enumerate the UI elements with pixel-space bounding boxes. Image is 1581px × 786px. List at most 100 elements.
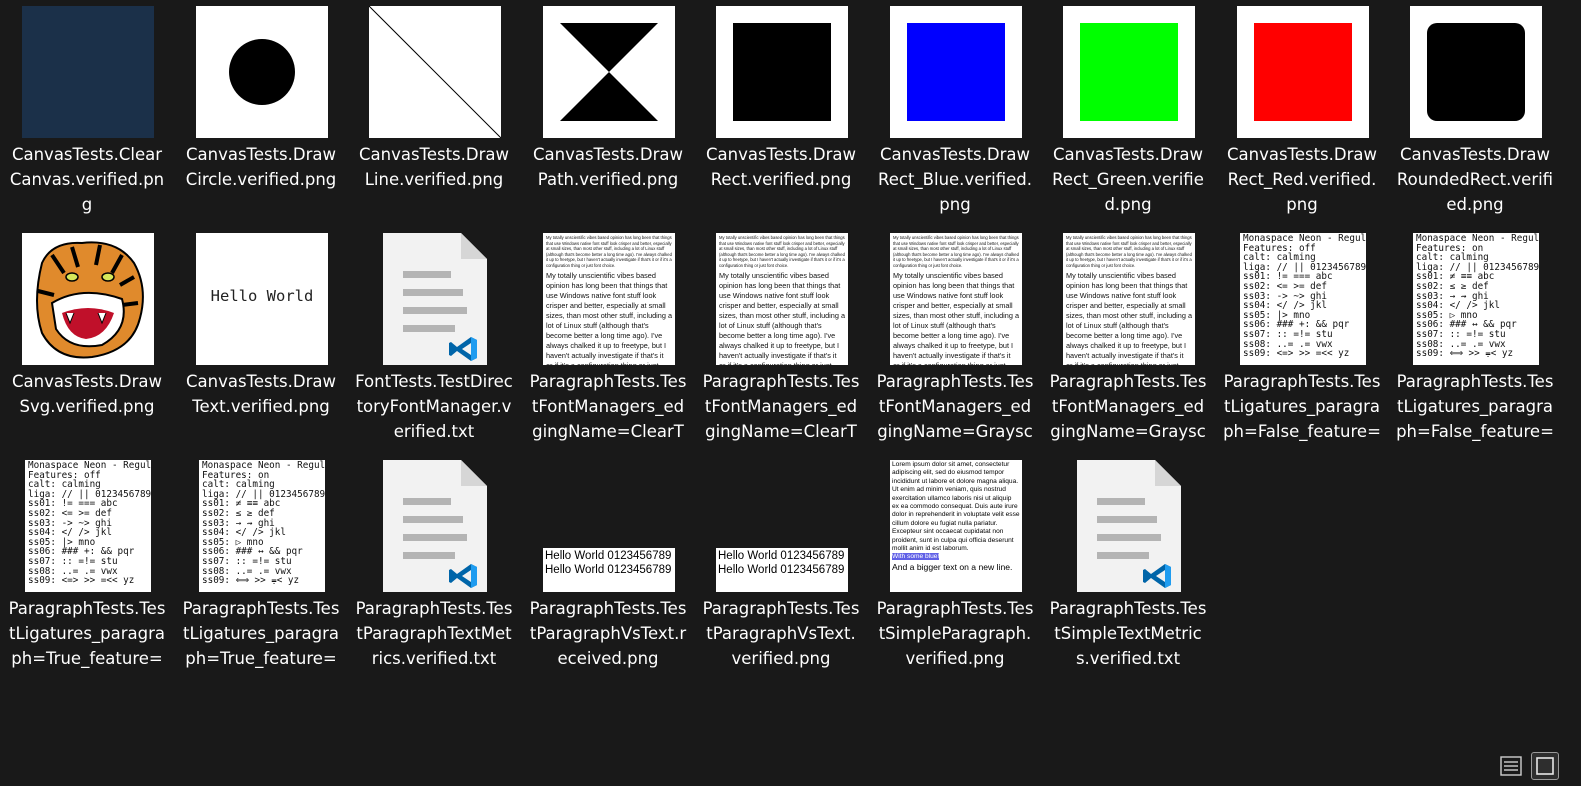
file-thumbnail xyxy=(1410,6,1542,138)
file-item[interactable]: CanvasTests.DrawSvg.verified.png xyxy=(0,227,174,467)
file-name-label: ParagraphTests.TestSimpleTextMetrics.ver… xyxy=(1049,599,1207,668)
thumbnail-text: My totally unscientific vibes based opin… xyxy=(1066,235,1192,268)
file-item[interactable]: ParagraphTests.TestParagraphTextMetrics.… xyxy=(347,454,521,694)
file-item[interactable]: Monaspace Neon - Regular Features: off c… xyxy=(1215,227,1389,467)
file-thumbnail: Lorem ipsum dolor sit amet, consectetur … xyxy=(890,460,1022,592)
thumbnail-text: Monaspace Neon - Regular Features: off c… xyxy=(25,460,151,592)
file-item[interactable]: CanvasTests.DrawRect.verified.png xyxy=(694,0,868,240)
file-item[interactable]: Hello World CanvasTests.DrawText.verified… xyxy=(174,227,348,467)
file-thumbnail xyxy=(716,6,848,138)
file-name-label: ParagraphTests.TestParagraphVsText.recei… xyxy=(529,599,687,668)
file-thumbnail xyxy=(369,233,501,365)
file-name-label: CanvasTests.DrawText.verified.png xyxy=(186,372,336,416)
file-name-label: CanvasTests.DrawRect.verified.png xyxy=(706,145,856,189)
file-thumbnail xyxy=(890,6,1022,138)
file-thumbnail: Hello World 0123456789 Hello World 01234… xyxy=(716,460,848,592)
file-name-label: CanvasTests.DrawRect_Green.verified.png xyxy=(1052,145,1204,214)
file-thumbnail: Monaspace Neon - Regular Features: on ca… xyxy=(196,460,328,592)
file-name-label: CanvasTests.DrawRect_Blue.verified.png xyxy=(878,145,1032,214)
file-name-label: CanvasTests.DrawSvg.verified.png xyxy=(12,372,162,416)
file-name-label: ParagraphTests.TestFontManagers_edgingNa… xyxy=(1049,372,1207,441)
file-item[interactable]: My totally unscientific vibes based opin… xyxy=(694,227,868,467)
text-document-icon xyxy=(383,460,487,592)
file-name-label: ParagraphTests.TestParagraphVsText.verif… xyxy=(702,599,860,668)
thumbnail-text: With some blue! xyxy=(892,553,940,561)
file-name-label: CanvasTests.DrawCircle.verified.png xyxy=(185,145,337,189)
status-bar xyxy=(0,750,1581,786)
file-thumbnail xyxy=(543,6,675,138)
file-thumbnail xyxy=(1237,6,1369,138)
thumbnail-text: Monaspace Neon - Regular Features: on ca… xyxy=(199,460,325,592)
thumbnail-text: And a bigger text on a new line. xyxy=(892,561,1013,572)
file-item[interactable]: CanvasTests.DrawRoundedRect.verified.png xyxy=(1388,0,1562,240)
file-thumbnail xyxy=(1063,6,1195,138)
file-thumbnail: My totally unscientific vibes based opin… xyxy=(716,233,848,365)
file-name-label: CanvasTests.DrawLine.verified.png xyxy=(359,145,509,189)
file-item[interactable]: Monaspace Neon - Regular Features: off c… xyxy=(0,454,174,694)
file-grid: CanvasTests.ClearCanvas.verified.png Canv… xyxy=(0,0,1581,750)
file-thumbnail: Monaspace Neon - Regular Features: on ca… xyxy=(1410,233,1542,365)
thumbnail-text: My totally unscientific vibes based opin… xyxy=(719,235,845,268)
file-name-label: ParagraphTests.TestLigatures_paragraph=F… xyxy=(1223,372,1381,441)
file-name-label: ParagraphTests.TestFontManagers_edgingNa… xyxy=(876,372,1034,441)
file-name-label: CanvasTests.ClearCanvas.verified.png xyxy=(9,145,165,214)
file-thumbnail xyxy=(369,460,501,592)
large-icons-view-icon xyxy=(1536,757,1554,775)
thumbnail-text: My totally unscientific vibes based opin… xyxy=(893,270,1020,365)
file-thumbnail: My totally unscientific vibes based opin… xyxy=(543,233,675,365)
details-view-button[interactable] xyxy=(1497,752,1525,780)
file-item[interactable]: CanvasTests.DrawRect_Blue.verified.png xyxy=(868,0,1042,240)
file-thumbnail xyxy=(22,233,154,365)
file-item[interactable]: CanvasTests.DrawLine.verified.png xyxy=(347,0,521,240)
file-thumbnail xyxy=(22,6,154,138)
file-name-label: ParagraphTests.TestFontManagers_edgingNa… xyxy=(702,372,860,441)
file-item[interactable]: Lorem ipsum dolor sit amet, consectetur … xyxy=(868,454,1042,694)
thumbnail-text: Lorem ipsum dolor sit amet, consectetur … xyxy=(892,461,1020,553)
thumbnail-text: My totally unscientific vibes based opin… xyxy=(546,235,672,268)
file-name-label: ParagraphTests.TestLigatures_paragraph=T… xyxy=(182,599,340,668)
file-name-label: CanvasTests.DrawRoundedRect.verified.png xyxy=(1396,145,1554,214)
file-thumbnail: Hello World 0123456789 Hello World 01234… xyxy=(543,460,675,592)
file-item[interactable]: My totally unscientific vibes based opin… xyxy=(521,227,695,467)
file-thumbnail xyxy=(1063,460,1195,592)
file-thumbnail: Monaspace Neon - Regular Features: off c… xyxy=(22,460,154,592)
thumbnail-text: Monaspace Neon - Regular Features: on ca… xyxy=(1413,233,1539,365)
file-item[interactable]: My totally unscientific vibes based opin… xyxy=(1041,227,1215,467)
file-item[interactable]: CanvasTests.DrawRect_Green.verified.png xyxy=(1041,0,1215,240)
text-document-icon xyxy=(383,233,487,365)
details-view-icon xyxy=(1500,756,1522,776)
file-item[interactable]: Hello World 0123456789 Hello World 01234… xyxy=(521,454,695,694)
large-icons-view-button[interactable] xyxy=(1531,752,1559,780)
file-name-label: ParagraphTests.TestLigatures_paragraph=F… xyxy=(1396,372,1554,441)
thumbnail-text: My totally unscientific vibes based opin… xyxy=(546,270,673,365)
thumbnail-text: Hello World 0123456789 Hello World 01234… xyxy=(543,548,675,592)
file-item[interactable]: Monaspace Neon - Regular Features: on ca… xyxy=(1388,227,1562,467)
file-name-label: FontTests.TestDirectoryFontManager.verif… xyxy=(355,372,513,441)
file-thumbnail: My totally unscientific vibes based opin… xyxy=(890,233,1022,365)
file-name-label: ParagraphTests.TestParagraphTextMetrics.… xyxy=(355,599,513,668)
file-thumbnail xyxy=(369,6,501,138)
file-name-label: ParagraphTests.TestFontManagers_edgingNa… xyxy=(529,372,687,441)
file-thumbnail: Monaspace Neon - Regular Features: off c… xyxy=(1237,233,1369,365)
file-thumbnail: Hello World xyxy=(196,233,328,365)
file-thumbnail xyxy=(196,6,328,138)
file-item[interactable]: ParagraphTests.TestSimpleTextMetrics.ver… xyxy=(1041,454,1215,694)
file-item[interactable]: FontTests.TestDirectoryFontManager.verif… xyxy=(347,227,521,467)
file-item[interactable]: My totally unscientific vibes based opin… xyxy=(868,227,1042,467)
file-item[interactable]: CanvasTests.ClearCanvas.verified.png xyxy=(0,0,174,240)
file-item[interactable]: Monaspace Neon - Regular Features: on ca… xyxy=(174,454,348,694)
file-item[interactable]: Hello World 0123456789 Hello World 01234… xyxy=(694,454,868,694)
text-document-icon xyxy=(1077,460,1181,592)
thumbnail-text: My totally unscientific vibes based opin… xyxy=(893,235,1019,268)
file-name-label: CanvasTests.DrawPath.verified.png xyxy=(533,145,683,189)
file-item[interactable]: CanvasTests.DrawRect_Red.verified.png xyxy=(1215,0,1389,240)
file-name-label: ParagraphTests.TestSimpleParagraph.verif… xyxy=(876,599,1034,668)
file-item[interactable]: CanvasTests.DrawPath.verified.png xyxy=(521,0,695,240)
thumbnail-text: Monaspace Neon - Regular Features: off c… xyxy=(1240,233,1366,365)
thumbnail-text: Hello World xyxy=(210,287,314,305)
thumbnail-text: My totally unscientific vibes based opin… xyxy=(719,270,846,365)
file-name-label: ParagraphTests.TestLigatures_paragraph=T… xyxy=(8,599,166,668)
file-thumbnail: My totally unscientific vibes based opin… xyxy=(1063,233,1195,365)
file-name-label: CanvasTests.DrawRect_Red.verified.png xyxy=(1227,145,1377,214)
file-item[interactable]: CanvasTests.DrawCircle.verified.png xyxy=(174,0,348,240)
